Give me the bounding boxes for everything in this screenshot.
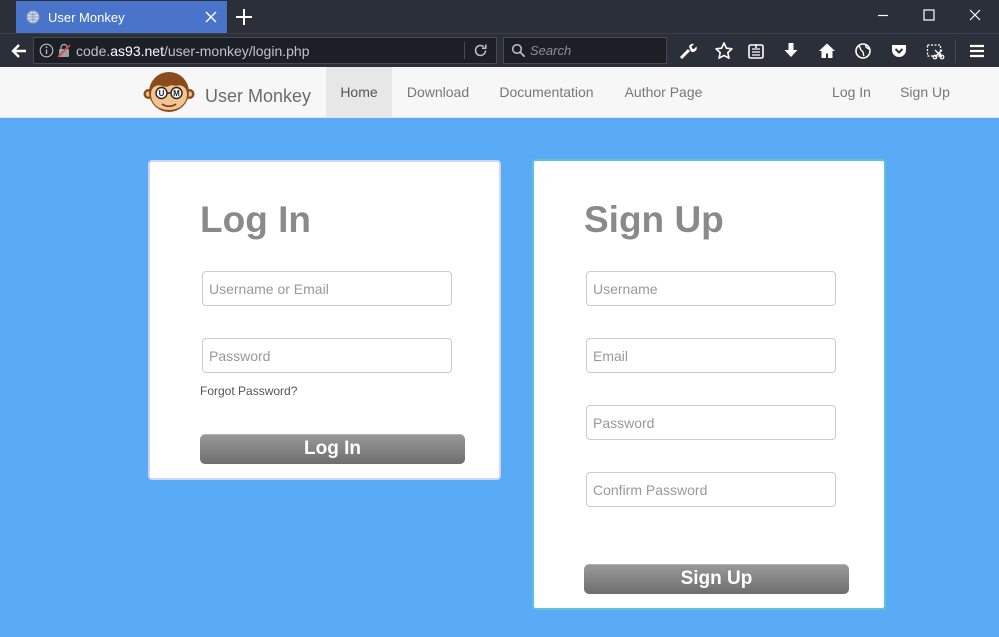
logo-letter-m: M bbox=[173, 89, 180, 98]
close-tab-icon[interactable] bbox=[204, 10, 218, 24]
site-brand[interactable]: User Monkey bbox=[205, 86, 311, 107]
bookmark-star-icon[interactable] bbox=[714, 41, 734, 61]
search-placeholder: Search bbox=[530, 43, 572, 58]
nav-sign-up[interactable]: Sign Up bbox=[886, 67, 964, 117]
nav-log-in[interactable]: Log In bbox=[817, 67, 886, 117]
maximize-icon[interactable] bbox=[922, 8, 936, 22]
back-arrow-icon[interactable] bbox=[9, 41, 29, 61]
new-tab-icon[interactable] bbox=[235, 8, 253, 26]
close-window-icon[interactable] bbox=[968, 8, 982, 22]
browser-toolbar: code.as93.net/user-monkey/login.php Sear… bbox=[0, 33, 999, 67]
screenshot-icon[interactable] bbox=[925, 41, 945, 61]
browser-tab[interactable]: User Monkey bbox=[16, 1, 227, 33]
minimize-icon[interactable] bbox=[876, 8, 890, 22]
info-icon[interactable] bbox=[39, 43, 54, 58]
login-username-input[interactable] bbox=[202, 271, 452, 306]
url-prefix: code. bbox=[76, 43, 111, 59]
search-icon bbox=[511, 43, 526, 58]
browser-tab-bar: User Monkey bbox=[0, 0, 999, 33]
globe-icon bbox=[26, 10, 40, 24]
insecure-lock-icon[interactable] bbox=[57, 43, 71, 58]
nav-home[interactable]: Home bbox=[326, 67, 392, 117]
signup-password-input[interactable] bbox=[586, 405, 836, 440]
url-text: code.as93.net/user-monkey/login.php bbox=[76, 43, 310, 59]
download-icon[interactable] bbox=[781, 41, 801, 61]
reading-list-icon[interactable] bbox=[746, 41, 766, 61]
login-title: Log In bbox=[200, 199, 311, 240]
menu-hamburger-icon[interactable] bbox=[967, 41, 987, 61]
login-card: Log In Forgot Password? Log In bbox=[148, 160, 501, 480]
home-icon[interactable] bbox=[817, 41, 837, 61]
wrench-icon[interactable] bbox=[678, 41, 698, 61]
globe-extension-icon[interactable] bbox=[853, 41, 873, 61]
nav-download[interactable]: Download bbox=[392, 67, 484, 117]
nav-documentation[interactable]: Documentation bbox=[484, 67, 609, 117]
site-navbar: U M User Monkey Home Download Documentat… bbox=[0, 67, 999, 118]
pocket-icon[interactable] bbox=[889, 41, 909, 61]
signup-button[interactable]: Sign Up bbox=[584, 564, 849, 594]
url-separator bbox=[464, 42, 465, 59]
url-host: as93.net bbox=[110, 43, 164, 59]
signup-title: Sign Up bbox=[584, 199, 724, 240]
signup-email-input[interactable] bbox=[586, 338, 836, 373]
url-path: /user-monkey/login.php bbox=[163, 43, 310, 59]
monkey-logo-icon[interactable]: U M bbox=[143, 69, 195, 115]
signup-username-input[interactable] bbox=[586, 271, 836, 306]
forgot-password-link[interactable]: Forgot Password? bbox=[200, 384, 297, 398]
reload-icon[interactable] bbox=[473, 43, 488, 58]
address-bar[interactable]: code.as93.net/user-monkey/login.php bbox=[33, 37, 497, 64]
nav-author-page[interactable]: Author Page bbox=[609, 67, 718, 117]
logo-letter-u: U bbox=[159, 89, 165, 98]
signup-card: Sign Up Sign Up bbox=[532, 159, 886, 610]
signup-confirm-password-input[interactable] bbox=[586, 472, 836, 507]
toolbar-divider bbox=[955, 39, 956, 63]
login-password-input[interactable] bbox=[202, 338, 452, 373]
login-button[interactable]: Log In bbox=[200, 434, 465, 464]
tab-title: User Monkey bbox=[48, 10, 125, 25]
search-bar[interactable]: Search bbox=[503, 37, 667, 64]
